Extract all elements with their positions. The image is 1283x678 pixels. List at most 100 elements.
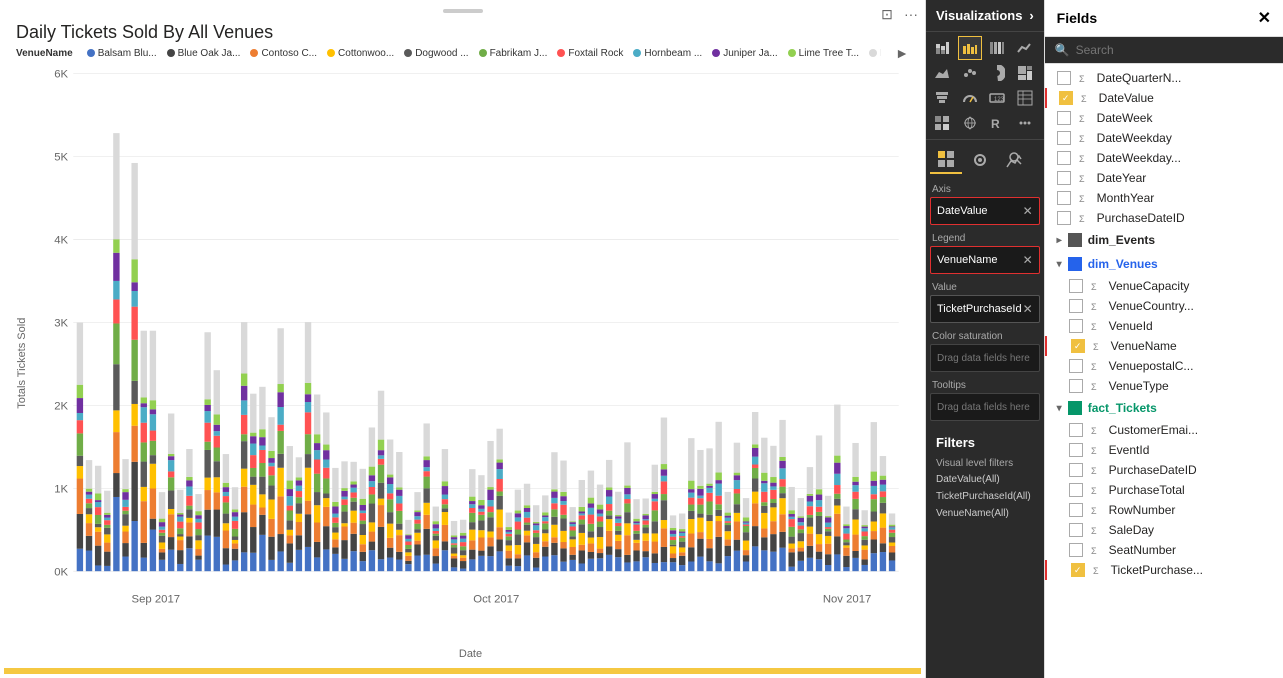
viz-legend-clear[interactable]: ✕ (1023, 253, 1033, 267)
viz-value-value[interactable]: TicketPurchaseId ✕ (930, 295, 1040, 323)
section-header-dim_Venues[interactable]: ▾dim_Venues (1045, 252, 1283, 276)
field-checkbox[interactable] (1057, 171, 1071, 185)
chart-svg-area[interactable]: 6K 5K 4K 3K 2K 1K 0K Sep 2017 Oct 2017 N… (32, 63, 909, 644)
more-options-button[interactable]: ··· (901, 4, 921, 24)
viz-axis-value[interactable]: DateValue ✕ (930, 197, 1040, 225)
field-checkbox[interactable] (1069, 423, 1083, 437)
field-checkbox[interactable] (1057, 131, 1071, 145)
field-checkbox[interactable] (1071, 339, 1085, 353)
field-item[interactable]: ΣPurchaseDateID (1045, 208, 1283, 228)
viz-treemap-icon[interactable] (1013, 61, 1037, 85)
field-item[interactable]: ΣVenueName (1045, 336, 1283, 356)
section-header-dim_Events[interactable]: ▸dim_Events (1045, 228, 1283, 252)
viz-tab-analytics[interactable] (998, 146, 1030, 174)
field-checkbox[interactable] (1057, 71, 1071, 85)
field-checkbox[interactable] (1057, 211, 1071, 225)
viz-tooltips-drop[interactable]: Drag data fields here (930, 393, 1040, 421)
viz-legend-label: Legend (930, 229, 1040, 246)
field-item[interactable]: ΣSeatNumber (1045, 540, 1283, 560)
section-table-icon (1068, 233, 1082, 247)
viz-more-icon[interactable] (1013, 111, 1037, 135)
field-checkbox[interactable] (1059, 91, 1073, 105)
field-checkbox[interactable] (1069, 443, 1083, 457)
section-header-fact_Tickets[interactable]: ▾fact_Tickets (1045, 396, 1283, 420)
field-checkbox[interactable] (1069, 523, 1083, 537)
filter-item[interactable]: TicketPurchaseId(All) (934, 488, 1036, 505)
filter-item[interactable]: VenueName(All) (934, 505, 1036, 522)
field-item[interactable]: ΣTicketPurchase... (1045, 560, 1283, 580)
field-item[interactable]: ΣDateWeekday... (1045, 148, 1283, 168)
viz-table-icon[interactable] (1013, 86, 1037, 110)
field-type-icon: Σ (1089, 279, 1103, 293)
viz-value-clear[interactable]: ✕ (1023, 302, 1033, 316)
field-checkbox[interactable] (1069, 319, 1083, 333)
field-checkbox[interactable] (1069, 503, 1083, 517)
field-item[interactable]: ΣEventId (1045, 440, 1283, 460)
viz-legend-value[interactable]: VenueName ✕ (930, 246, 1040, 274)
filter-item[interactable]: DateValue(All) (934, 471, 1036, 488)
viz-map-icon[interactable] (958, 111, 982, 135)
field-item[interactable]: ΣCustomerEmai... (1045, 420, 1283, 440)
field-item[interactable]: ΣSaleDay (1045, 520, 1283, 540)
svg-text:Σ: Σ (1091, 466, 1097, 475)
legend-next-arrow[interactable]: ► (895, 47, 909, 59)
field-item[interactable]: ΣPurchaseTotal (1045, 480, 1283, 500)
field-item[interactable]: ΣDateWeekday (1045, 128, 1283, 148)
field-item[interactable]: ΣVenueCountry... (1045, 296, 1283, 316)
field-checkbox[interactable] (1069, 463, 1083, 477)
filters-section: Filters Visual level filters DateValue(A… (930, 425, 1040, 526)
viz-area-icon[interactable] (930, 61, 954, 85)
svg-text:5K: 5K (54, 152, 68, 164)
field-checkbox[interactable] (1057, 151, 1071, 165)
field-label: PurchaseDateID (1097, 211, 1185, 225)
viz-matrix-icon[interactable] (930, 111, 954, 135)
viz-scatter-icon[interactable] (958, 61, 982, 85)
field-item[interactable]: ΣDateValue (1045, 88, 1283, 108)
viz-r-icon[interactable]: R (985, 111, 1009, 135)
field-checkbox[interactable] (1069, 279, 1083, 293)
viz-stacked-bar-icon[interactable] (930, 36, 954, 60)
field-item[interactable]: ΣMonthYear (1045, 188, 1283, 208)
section-expand-icon[interactable]: ▸ (1057, 235, 1062, 246)
viz-clustered-bar-icon[interactable] (958, 36, 982, 60)
fields-close-button[interactable]: ✕ (1258, 8, 1271, 28)
field-label: DateYear (1097, 171, 1147, 185)
field-label: MonthYear (1097, 191, 1155, 205)
viz-tab-fields[interactable] (930, 146, 962, 174)
legend-item: Foxtail Rock (557, 48, 623, 59)
viz-100-bar-icon[interactable] (985, 36, 1009, 60)
viz-tooltips-label: Tooltips (930, 376, 1040, 393)
viz-axis-clear[interactable]: ✕ (1023, 204, 1033, 218)
field-checkbox[interactable] (1057, 191, 1071, 205)
viz-line-icon[interactable] (1013, 36, 1037, 60)
field-item[interactable]: ΣDateQuarterN... (1045, 68, 1283, 88)
field-checkbox[interactable] (1069, 483, 1083, 497)
field-item[interactable]: ΣDateYear (1045, 168, 1283, 188)
field-item[interactable]: ΣVenuepostalC... (1045, 356, 1283, 376)
section-expand-icon[interactable]: ▾ (1057, 403, 1062, 414)
viz-pie-icon[interactable] (985, 61, 1009, 85)
field-checkbox[interactable] (1071, 563, 1085, 577)
section-expand-icon[interactable]: ▾ (1057, 259, 1062, 270)
expand-button[interactable]: ⊡ (877, 4, 897, 24)
fields-search: 🔍 (1045, 37, 1283, 64)
field-item[interactable]: ΣVenueId (1045, 316, 1283, 336)
field-checkbox[interactable] (1069, 299, 1083, 313)
viz-gauge-icon[interactable] (958, 86, 982, 110)
field-checkbox[interactable] (1069, 543, 1083, 557)
field-checkbox[interactable] (1069, 379, 1083, 393)
viz-tab-format[interactable] (964, 146, 996, 174)
search-input[interactable] (1076, 43, 1273, 57)
viz-expand-icon[interactable]: › (1029, 8, 1033, 23)
drag-handle[interactable] (443, 9, 483, 13)
field-checkbox[interactable] (1069, 359, 1083, 373)
field-item[interactable]: ΣVenueType (1045, 376, 1283, 396)
field-item[interactable]: ΣRowNumber (1045, 500, 1283, 520)
field-item[interactable]: ΣPurchaseDateID (1045, 460, 1283, 480)
viz-card-icon[interactable]: 123 (985, 86, 1009, 110)
viz-funnel-icon[interactable] (930, 86, 954, 110)
viz-colorsaturation-drop[interactable]: Drag data fields here (930, 344, 1040, 372)
field-item[interactable]: ΣDateWeek (1045, 108, 1283, 128)
field-item[interactable]: ΣVenueCapacity (1045, 276, 1283, 296)
field-checkbox[interactable] (1057, 111, 1071, 125)
